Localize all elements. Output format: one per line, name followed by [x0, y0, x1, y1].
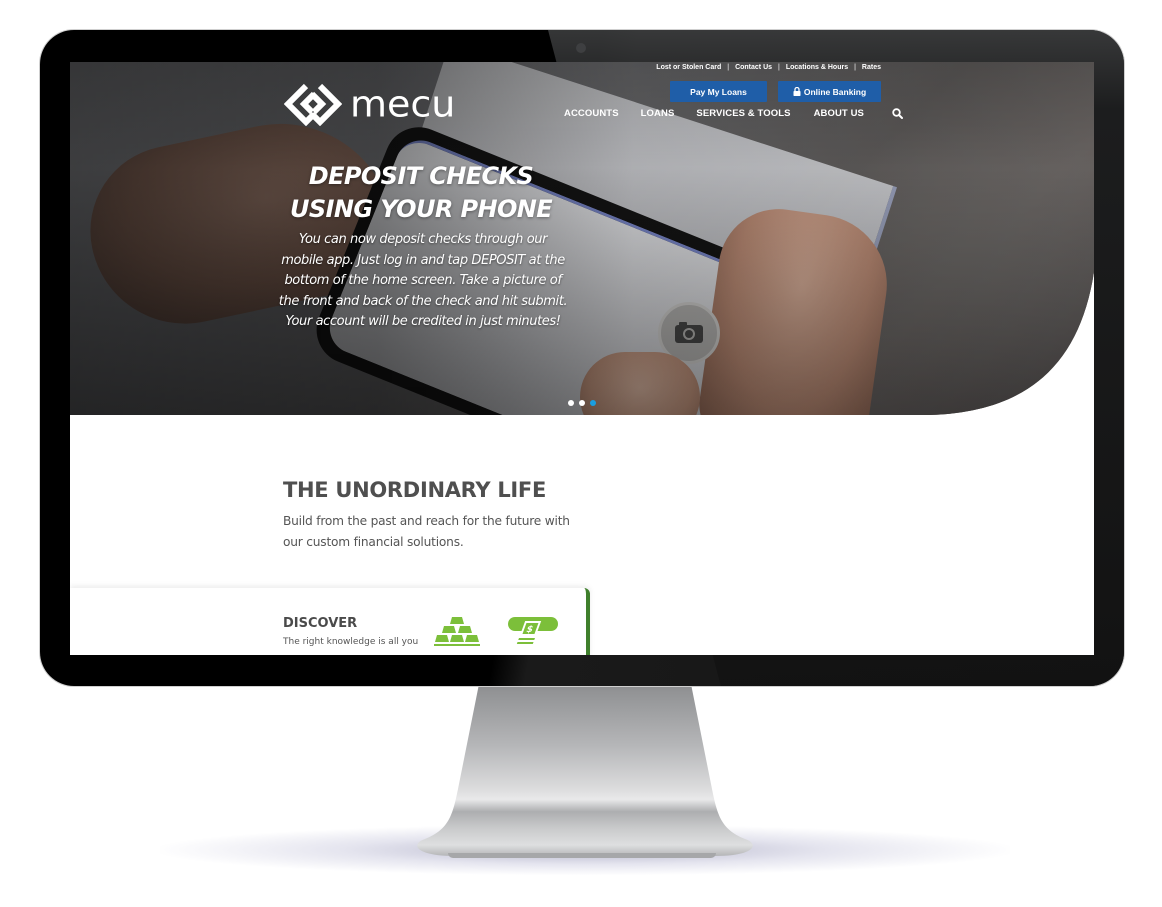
lock-icon [793, 87, 801, 96]
utility-link-locations[interactable]: Locations & Hours [780, 64, 854, 71]
hero-title-line-1: DEPOSIT CHECKS [308, 162, 534, 190]
mecu-logo-icon [284, 82, 342, 126]
utility-link-rates[interactable]: Rates [856, 64, 881, 71]
carousel-dot-1[interactable] [568, 400, 574, 406]
utility-link-contact[interactable]: Contact Us [729, 64, 778, 71]
utility-link-lost-card[interactable]: Lost or Stolen Card [650, 64, 727, 71]
discover-card[interactable]: DISCOVER The right knowledge is all you … [70, 588, 590, 655]
monitor-camera [576, 43, 586, 53]
discover-text: The right knowledge is all you [283, 637, 419, 647]
carousel-dot-3-active[interactable] [590, 400, 596, 406]
carousel-indicators [568, 400, 596, 406]
section-title: THE UNORDINARY LIFE [283, 478, 547, 502]
main-nav: ACCOUNTS LOANS SERVICES & TOOLS ABOUT US [564, 108, 903, 119]
hero-banner: Lost or Stolen Card | Contact Us | Locat… [70, 62, 1094, 415]
hero-description: You can now deposit checks through our m… [278, 232, 568, 329]
pay-my-loans-button[interactable]: Pay My Loans [670, 81, 767, 102]
nav-accounts[interactable]: ACCOUNTS [564, 108, 619, 119]
cta-button-group: Pay My Loans Online Banking [670, 81, 881, 102]
carousel-dot-2[interactable] [579, 400, 585, 406]
gold-bars-icon [434, 617, 480, 646]
website-screen: Lost or Stolen Card | Contact Us | Locat… [70, 62, 1094, 655]
monitor-stand [415, 684, 755, 859]
discover-title: DISCOVER [283, 616, 358, 631]
cash-icon: $ [508, 617, 558, 644]
search-icon[interactable] [892, 108, 903, 119]
utility-nav: Lost or Stolen Card | Contact Us | Locat… [650, 64, 881, 71]
mecu-logo[interactable]: mecu [284, 82, 455, 126]
brand-name: mecu [350, 83, 456, 125]
hero-title-line-2: USING YOUR PHONE [289, 195, 553, 223]
nav-loans[interactable]: LOANS [641, 108, 675, 119]
section-subtitle: Build from the past and reach for the fu… [283, 514, 570, 549]
nav-about-us[interactable]: ABOUT US [814, 108, 864, 119]
online-banking-button[interactable]: Online Banking [778, 81, 881, 102]
pay-my-loans-label: Pay My Loans [690, 86, 747, 97]
hero-title: DEPOSIT CHECKS USING YOUR PHONE [276, 160, 566, 226]
monitor-stand-base [448, 853, 716, 858]
nav-services-tools[interactable]: SERVICES & TOOLS [696, 108, 790, 119]
online-banking-label: Online Banking [803, 86, 867, 97]
